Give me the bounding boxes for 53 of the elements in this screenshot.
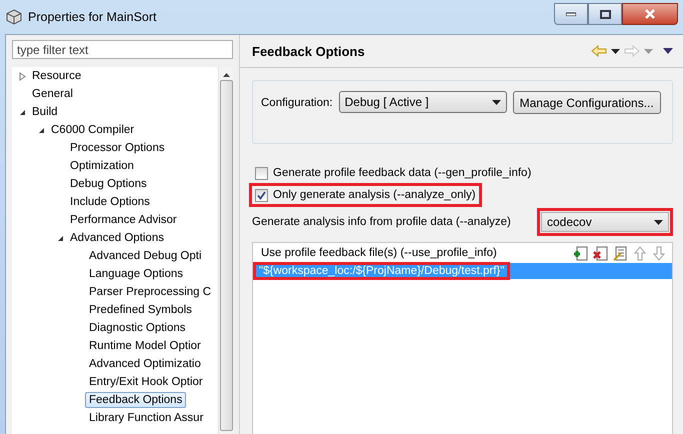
close-icon bbox=[644, 9, 656, 19]
configuration-dropdown[interactable]: Debug [ Active ] bbox=[338, 91, 507, 113]
close-button[interactable] bbox=[622, 3, 678, 25]
tree-item[interactable]: Library Function Assur bbox=[85, 410, 208, 426]
maximize-icon bbox=[600, 10, 610, 18]
minimize-button[interactable] bbox=[554, 3, 588, 25]
tree-item[interactable]: Include Options bbox=[66, 194, 154, 210]
manage-configurations-button[interactable]: Manage Configurations... bbox=[512, 91, 661, 114]
expanded-arrow-icon[interactable] bbox=[56, 234, 64, 242]
minimize-icon bbox=[566, 12, 576, 16]
tree-item[interactable]: Advanced Options bbox=[66, 230, 168, 246]
analyze-dropdown[interactable]: codecov bbox=[541, 212, 669, 232]
tree-item[interactable]: Predefined Symbols bbox=[85, 302, 196, 318]
edit-file-icon[interactable] bbox=[613, 246, 628, 260]
tree-item[interactable]: Build bbox=[28, 104, 62, 120]
option-label: Only generate analysis (--analyze_only) bbox=[273, 189, 476, 201]
scrollbar[interactable] bbox=[218, 67, 233, 434]
delete-file-icon[interactable] bbox=[593, 246, 608, 260]
add-file-icon[interactable] bbox=[573, 246, 588, 260]
maximize-button[interactable] bbox=[588, 3, 622, 25]
cube-icon bbox=[6, 9, 22, 25]
tree-item[interactable]: Performance Advisor bbox=[66, 212, 181, 228]
view-menu-icon[interactable] bbox=[663, 48, 673, 54]
tree-item[interactable]: Runtime Model Optior bbox=[85, 338, 205, 354]
analyze-label: Generate analysis info from profile data (--analyze) bbox=[252, 216, 511, 228]
tree-item[interactable]: Debug Options bbox=[66, 176, 151, 192]
checkbox[interactable] bbox=[255, 166, 268, 180]
tree-item[interactable]: Feedback Options bbox=[85, 392, 186, 408]
tree-item[interactable]: General bbox=[28, 86, 77, 102]
dropdown-arrow-icon bbox=[492, 100, 501, 104]
expanded-arrow-icon[interactable] bbox=[38, 126, 44, 134]
option-label: Generate profile feedback data (--gen_profile_info) bbox=[273, 167, 532, 179]
window-title: Properties for MainSort bbox=[28, 10, 157, 24]
tree-item[interactable]: Advanced Optimizatio bbox=[85, 356, 205, 372]
expanded-arrow-icon[interactable] bbox=[18, 108, 26, 116]
dropdown-arrow-icon bbox=[654, 220, 663, 224]
collapsed-arrow-icon[interactable] bbox=[18, 72, 26, 80]
tree-item[interactable]: C6000 Compiler bbox=[47, 122, 138, 138]
checkbox[interactable] bbox=[255, 188, 268, 202]
tree-item[interactable]: Resource bbox=[28, 68, 86, 84]
scroll-up-arrow-icon[interactable] bbox=[222, 73, 230, 77]
tree-item[interactable]: Processor Options bbox=[66, 140, 169, 156]
tree-item[interactable]: Language Options bbox=[85, 266, 187, 282]
tree-item[interactable]: Advanced Debug Opti bbox=[85, 248, 206, 264]
tree-item[interactable]: Entry/Exit Hook Optior bbox=[85, 374, 207, 390]
page-title: Feedback Options bbox=[252, 44, 365, 58]
dropdown-arrow-icon bbox=[611, 48, 620, 54]
configuration-label: Configuration: bbox=[261, 97, 333, 109]
tree-item[interactable]: Parser Preprocessing C bbox=[85, 284, 216, 300]
tree-item[interactable]: Diagnostic Options bbox=[85, 320, 190, 336]
filter-field[interactable]: type filter text bbox=[12, 40, 233, 59]
tree-item[interactable]: Optimization bbox=[66, 158, 138, 174]
list-title: Use profile feedback file(s) (--use_profile_info) bbox=[261, 247, 497, 259]
